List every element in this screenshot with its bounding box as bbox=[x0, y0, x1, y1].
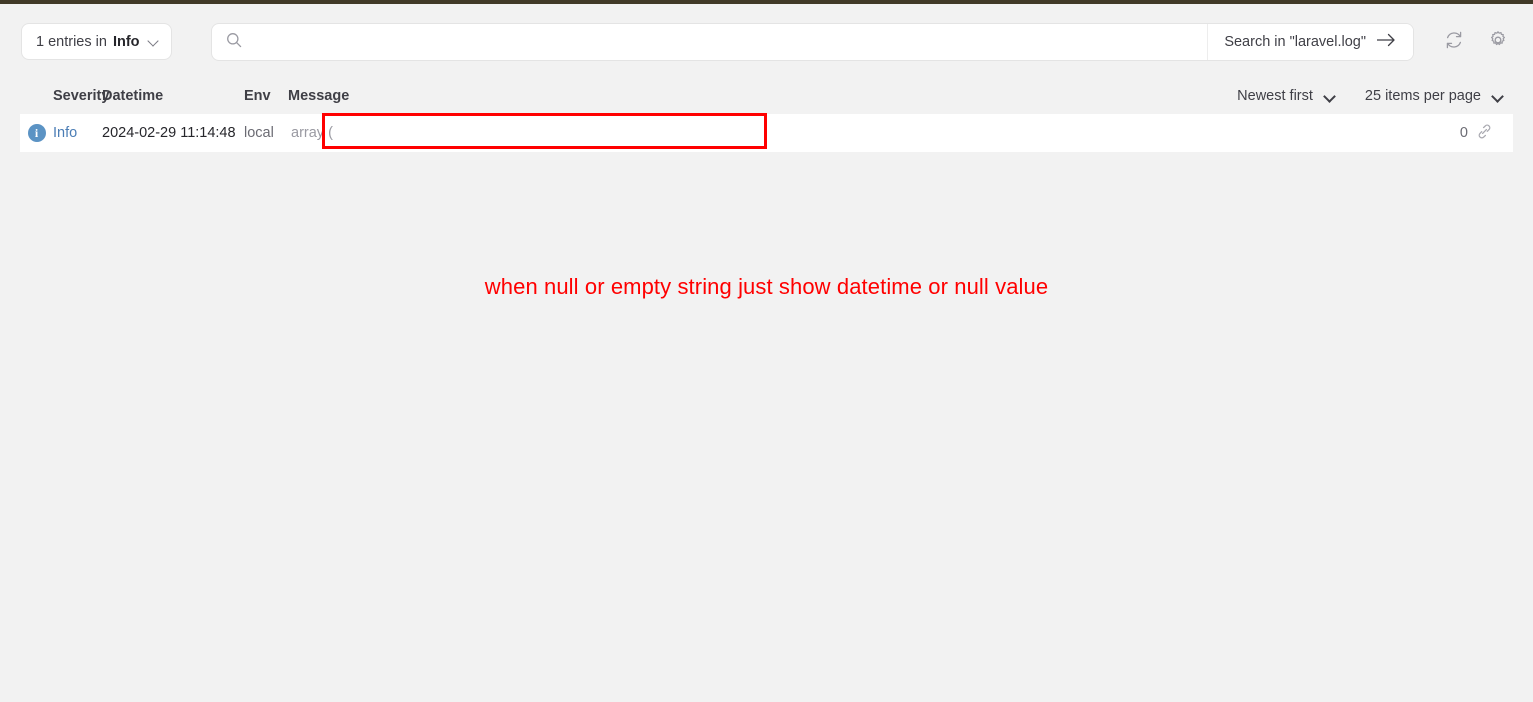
search-icon bbox=[226, 32, 242, 53]
occurrence-count: 0 bbox=[1459, 125, 1468, 141]
table-header-row: Severity Datetime Env Message Newest fir… bbox=[20, 78, 1513, 114]
refresh-button[interactable] bbox=[1441, 29, 1467, 55]
search-submit-button[interactable]: Search in "laravel.log" bbox=[1207, 24, 1413, 60]
entries-filter-level: Info bbox=[112, 33, 140, 50]
gear-icon bbox=[1488, 30, 1508, 55]
items-per-page-dropdown[interactable]: 25 items per page bbox=[1365, 88, 1503, 104]
annotation-note: when null or empty string just show date… bbox=[484, 274, 1049, 299]
table-row[interactable]: i Info 2024-02-29 11:14:48 local array (… bbox=[20, 113, 1513, 152]
log-table: Severity Datetime Env Message Newest fir… bbox=[20, 78, 1513, 152]
message-cell[interactable]: array ( bbox=[288, 125, 1460, 141]
chevron-down-icon bbox=[1492, 91, 1503, 102]
settings-button[interactable] bbox=[1485, 29, 1511, 55]
sort-order-dropdown[interactable]: Newest first bbox=[1237, 88, 1335, 104]
items-per-page-label: 25 items per page bbox=[1364, 88, 1481, 104]
header-env: Env bbox=[244, 88, 271, 104]
search-bar: Search in "laravel.log" bbox=[211, 23, 1414, 61]
row-meta: 0 bbox=[1460, 123, 1513, 144]
env-cell: local bbox=[244, 125, 274, 141]
search-submit-label: Search in "laravel.log" bbox=[1224, 34, 1366, 50]
log-viewer-page: 1 entries in Info Search in "laravel.log… bbox=[0, 4, 1533, 702]
severity-link[interactable]: Info bbox=[53, 125, 102, 141]
toolbar: 1 entries in Info Search in "laravel.log… bbox=[0, 21, 1533, 67]
header-severity: Severity bbox=[53, 88, 110, 104]
datetime-cell: 2024-02-29 11:14:48 bbox=[102, 125, 236, 141]
chevron-down-icon bbox=[1324, 91, 1335, 102]
info-circle-icon: i bbox=[27, 124, 46, 142]
table-controls: Newest first 25 items per page bbox=[1237, 88, 1513, 104]
entries-filter-dropdown[interactable]: 1 entries in Info bbox=[21, 23, 172, 60]
arrow-right-icon bbox=[1376, 33, 1396, 51]
header-datetime: Datetime bbox=[102, 88, 164, 104]
link-icon[interactable] bbox=[1476, 123, 1493, 144]
severity-icon-cell: i bbox=[20, 124, 53, 142]
chevron-down-icon bbox=[148, 36, 159, 47]
entries-filter-prefix: 1 entries in bbox=[36, 33, 107, 50]
sort-order-label: Newest first bbox=[1237, 88, 1313, 104]
search-field[interactable] bbox=[212, 24, 1207, 60]
refresh-icon bbox=[1444, 30, 1464, 55]
search-input[interactable] bbox=[252, 24, 1189, 60]
header-message: Message bbox=[288, 88, 350, 104]
